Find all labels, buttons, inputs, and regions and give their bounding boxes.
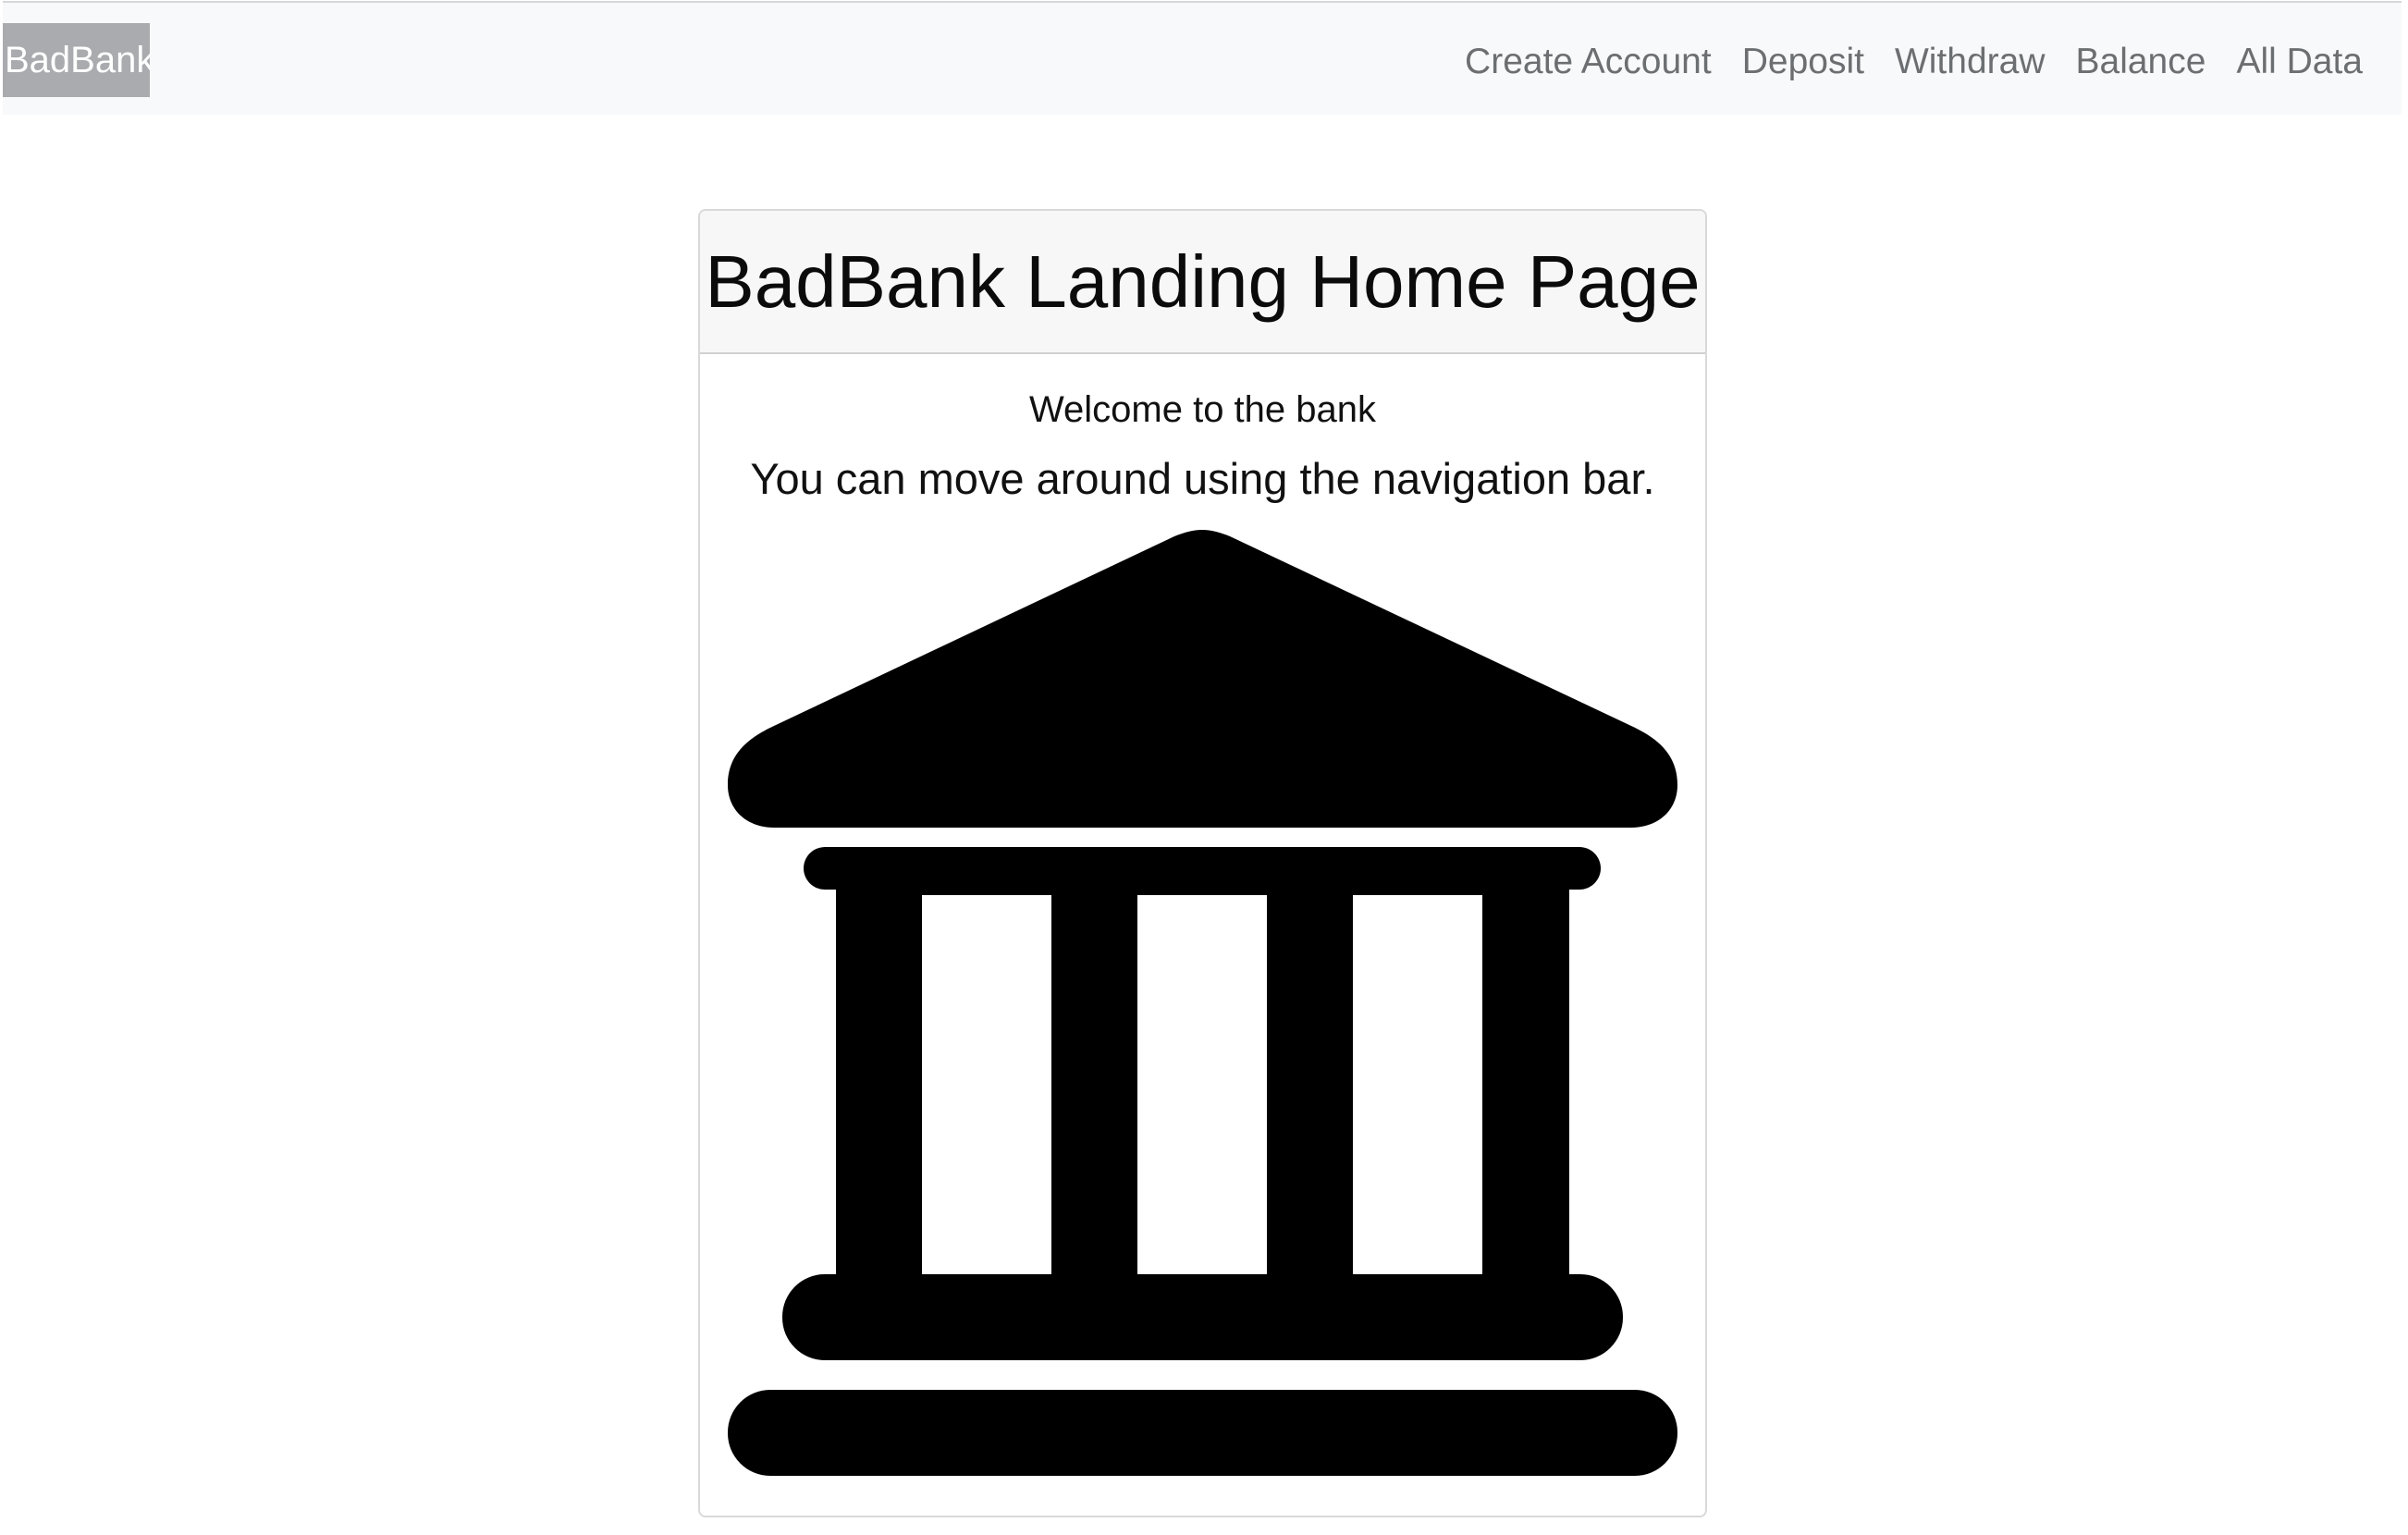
card-body: Welcome to the bank You can move around … [700, 354, 1705, 1476]
card-title: BadBank Landing Home Page [705, 239, 1701, 323]
landing-card: BadBank Landing Home Page Welcome to the… [698, 209, 1707, 1517]
bank-base-step [782, 1274, 1623, 1360]
bank-columns [836, 890, 1569, 1283]
brand-link[interactable]: BadBank [3, 23, 150, 97]
navbar: BadBank Create Account Deposit Withdraw … [3, 1, 2402, 115]
bank-building-icon [728, 530, 1677, 1476]
nav-link-balance[interactable]: Balance [2076, 40, 2206, 84]
instruction-text: You can move around using the navigation… [750, 454, 1655, 503]
page: BadBank Create Account Deposit Withdraw … [0, 0, 2408, 1535]
nav-link-deposit[interactable]: Deposit [1742, 40, 1864, 84]
welcome-text: Welcome to the bank [1028, 389, 1377, 430]
bank-roof [728, 530, 1677, 828]
nav-links: Create Account Deposit Withdraw Balance … [1465, 40, 2363, 84]
nav-link-create-account[interactable]: Create Account [1465, 40, 1712, 84]
bank-ground-bar [728, 1390, 1677, 1476]
nav-link-withdraw[interactable]: Withdraw [1895, 40, 2046, 84]
bank-entablature [804, 847, 1601, 890]
nav-link-all-data[interactable]: All Data [2236, 40, 2363, 84]
card-header: BadBank Landing Home Page [700, 211, 1705, 354]
